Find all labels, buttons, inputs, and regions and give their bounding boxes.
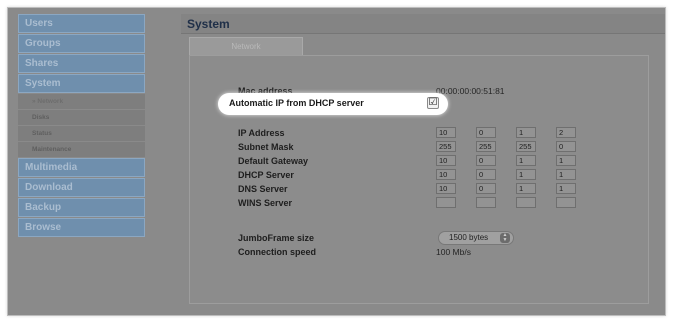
admin-window: Users Groups Shares System » Network Dis…: [7, 7, 666, 316]
subnet-mask-octet-3[interactable]: 255: [516, 141, 536, 152]
sidebar-subitem-disks[interactable]: Disks: [18, 110, 145, 125]
dhcp-server-octet-4[interactable]: 1: [556, 169, 576, 180]
dns-server-octet-2[interactable]: 0: [476, 183, 496, 194]
subnet-mask-octet-2[interactable]: 255: [476, 141, 496, 152]
default-gateway-octet-1[interactable]: 10: [436, 155, 456, 166]
default-gateway-octet-3[interactable]: 1: [516, 155, 536, 166]
page-title: System: [181, 14, 665, 34]
sidebar-subitem-network[interactable]: » Network: [18, 94, 145, 109]
connection-speed-value: 100 Mb/s: [436, 247, 471, 257]
wins-server-octet-3[interactable]: [516, 197, 536, 208]
ip-address-octet-2[interactable]: 0: [476, 127, 496, 138]
sidebar-item-system[interactable]: System: [18, 74, 145, 93]
default-gateway-label: Default Gateway: [238, 156, 309, 166]
ip-address-octet-1[interactable]: 10: [436, 127, 456, 138]
default-gateway-octet-2[interactable]: 0: [476, 155, 496, 166]
sidebar-item-backup[interactable]: Backup: [18, 198, 145, 217]
dhcp-server-octet-2[interactable]: 0: [476, 169, 496, 180]
dhcp-checkbox-label: Automatic IP from DHCP server: [229, 98, 364, 108]
ip-address-octet-3[interactable]: 1: [516, 127, 536, 138]
sidebar: Users Groups Shares System » Network Dis…: [18, 14, 145, 238]
default-gateway-octet-4[interactable]: 1: [556, 155, 576, 166]
wins-server-label: WINS Server: [238, 198, 293, 208]
main-content: System Network Mac address 00:00:00:00:5…: [181, 14, 665, 310]
sidebar-subitem-maintenance[interactable]: Maintenance: [18, 142, 145, 157]
subnet-mask-octet-1[interactable]: 255: [436, 141, 456, 152]
sidebar-item-groups[interactable]: Groups: [18, 34, 145, 53]
wins-server-octet-1[interactable]: [436, 197, 456, 208]
dns-server-octet-1[interactable]: 10: [436, 183, 456, 194]
dhcp-checkbox[interactable]: ☑: [427, 97, 439, 109]
subnet-mask-octet-4[interactable]: 0: [556, 141, 576, 152]
dns-server-octet-4[interactable]: 1: [556, 183, 576, 194]
ip-address-label: IP Address: [238, 128, 285, 138]
jumboframe-select[interactable]: 1500 bytes ▲ ▼: [438, 231, 514, 245]
sidebar-subitem-status[interactable]: Status: [18, 126, 145, 141]
connection-speed-label: Connection speed: [238, 247, 317, 257]
dns-server-octet-3[interactable]: 1: [516, 183, 536, 194]
mac-address-value: 00:00:00:00:51:81: [436, 86, 505, 96]
sidebar-item-shares[interactable]: Shares: [18, 54, 145, 73]
dhcp-server-octet-3[interactable]: 1: [516, 169, 536, 180]
tab-network[interactable]: Network: [189, 37, 303, 55]
dns-server-label: DNS Server: [238, 184, 288, 194]
sidebar-item-multimedia[interactable]: Multimedia: [18, 158, 145, 177]
jumboframe-select-value: 1500 bytes: [449, 233, 489, 242]
sidebar-item-download[interactable]: Download: [18, 178, 145, 197]
dhcp-highlight-row: Automatic IP from DHCP server ☑: [218, 93, 448, 115]
sidebar-item-browse[interactable]: Browse: [18, 218, 145, 237]
ip-address-octet-4[interactable]: 2: [556, 127, 576, 138]
subnet-mask-label: Subnet Mask: [238, 142, 294, 152]
jumboframe-label: JumboFrame size: [238, 233, 315, 243]
updown-arrows-icon: ▲ ▼: [500, 233, 510, 243]
tab-strip: Network: [181, 34, 665, 55]
dhcp-server-octet-1[interactable]: 10: [436, 169, 456, 180]
dhcp-server-label: DHCP Server: [238, 170, 294, 180]
sidebar-item-users[interactable]: Users: [18, 14, 145, 33]
wins-server-octet-4[interactable]: [556, 197, 576, 208]
wins-server-octet-2[interactable]: [476, 197, 496, 208]
